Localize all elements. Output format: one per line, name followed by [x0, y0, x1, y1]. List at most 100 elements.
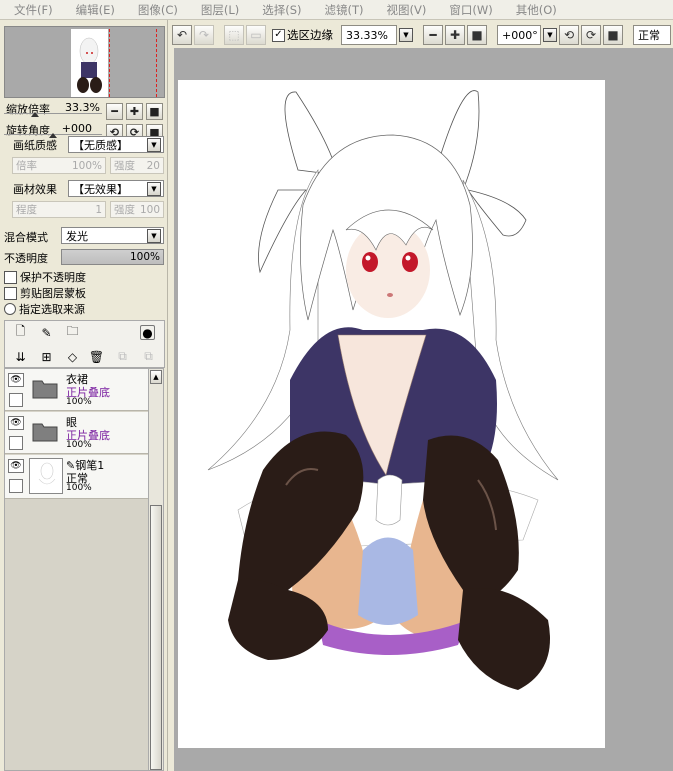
copy-layer-button[interactable]: ⧉: [115, 349, 130, 364]
rotate-cw-button[interactable]: ⟳: [581, 25, 601, 45]
paste-layer-button[interactable]: ⧉: [141, 349, 156, 364]
new-layer-button[interactable]: 🗋: [13, 324, 28, 340]
new-folder-button[interactable]: 🗀: [65, 324, 80, 340]
paper-scale-value: 100%: [71, 159, 102, 172]
delete-layer-button[interactable]: 🗑: [89, 349, 104, 364]
menu-window[interactable]: 窗口(W): [449, 2, 492, 18]
rotation-slider[interactable]: [4, 123, 102, 138]
minus-icon: ━: [429, 28, 437, 42]
menu-image[interactable]: 图像(C): [138, 2, 178, 18]
zoom-dropdown-button[interactable]: ▼: [399, 28, 413, 42]
layer-lock-checkbox[interactable]: [9, 479, 23, 493]
navigator-view-frame[interactable]: [109, 29, 157, 97]
nav-zoom-reset-button[interactable]: ■: [146, 103, 163, 120]
chevron-down-icon: ▼: [147, 228, 161, 243]
new-linework-layer-button[interactable]: ✎: [39, 325, 54, 340]
menu-edit[interactable]: 编辑(E): [76, 2, 115, 18]
paper-scale-field: 倍率 100%: [12, 157, 106, 174]
layer-lock-checkbox[interactable]: [9, 436, 23, 450]
selection-source-radio[interactable]: [4, 303, 16, 315]
paper-texture-select[interactable]: 【无质感】 ▼: [68, 136, 164, 153]
rotate-cw-icon: ⟳: [585, 28, 597, 42]
scroll-up-button[interactable]: ▲: [150, 370, 162, 384]
menu-select[interactable]: 选择(S): [262, 2, 301, 18]
undo-button[interactable]: ↶: [172, 25, 192, 45]
navigator-thumbnail[interactable]: [4, 26, 165, 98]
rotation-field[interactable]: +000°: [497, 25, 541, 45]
artwork: [207, 90, 559, 690]
eraser-icon: ◇: [67, 349, 78, 364]
toolbar: ↶ ↷ ⬚ ▭ ✓ 选区边缘 33.33% ▼ ━ ✚ ■ +000° ▼ ⟲ …: [172, 22, 673, 48]
material-effect-select[interactable]: 【无效果】 ▼: [68, 180, 164, 197]
material-effect-value: 【无效果】: [73, 182, 128, 196]
zoom-field[interactable]: 33.33%: [341, 25, 397, 45]
rotation-dropdown-button[interactable]: ▼: [543, 28, 557, 42]
deselect-button[interactable]: ⬚: [224, 25, 244, 45]
blend-mode-select[interactable]: 发光 ▼: [61, 227, 164, 244]
pen-page-icon: ✎: [41, 325, 52, 340]
protect-opacity-checkbox[interactable]: [4, 270, 17, 284]
material-degree-field: 程度 1: [12, 201, 106, 218]
selection-edge-checkbox[interactable]: ✓: [272, 28, 285, 42]
rotation-reset-button[interactable]: ■: [603, 25, 623, 45]
merge-down-icon: ⇊: [15, 349, 26, 364]
selection-edge-toggle[interactable]: ✓ 选区边缘: [272, 27, 333, 43]
merge-down-button[interactable]: ⊞: [39, 349, 54, 364]
plus-icon: ✚: [129, 105, 140, 118]
opacity-slider[interactable]: 100%: [61, 249, 164, 265]
layer-list-scrollbar[interactable]: ▲: [148, 368, 164, 771]
canvas-page[interactable]: [178, 80, 605, 748]
deselect-icon: ⬚: [228, 28, 240, 42]
menu-filter[interactable]: 滤镜(T): [325, 2, 364, 18]
zoom-out-button[interactable]: ━: [423, 25, 443, 45]
paper-texture-value: 【无质感】: [73, 138, 128, 152]
menu-other[interactable]: 其他(O): [516, 2, 557, 18]
layer-options-button[interactable]: ●: [140, 325, 155, 340]
zoom-slider-thumb[interactable]: [31, 112, 39, 117]
circle-icon: ●: [142, 325, 153, 340]
eye-icon[interactable]: 👁: [8, 459, 24, 473]
merge-icon: ⊞: [41, 349, 52, 364]
zoom-slider[interactable]: [4, 102, 102, 117]
zoom-in-button[interactable]: ✚: [445, 25, 465, 45]
layer-lock-checkbox[interactable]: [9, 393, 23, 407]
layer-row[interactable]: 👁 ✎钢笔1 正常 100%: [5, 455, 148, 499]
menu-layer[interactable]: 图层(L): [201, 2, 239, 18]
layer-row[interactable]: 👁 衣裙 正片叠底 100%: [5, 369, 148, 411]
protect-opacity-option[interactable]: 保护不透明度: [4, 269, 86, 285]
menu-file[interactable]: 文件(F): [14, 2, 53, 18]
nav-zoom-out-button[interactable]: ━: [106, 103, 123, 120]
paper-scale-label: 倍率: [16, 160, 37, 172]
clip-layer-label: 剪贴图层蒙板: [20, 287, 86, 300]
left-panel: 缩放倍率 33.3% ━ ✚ ■ 旋转角度 +000 ⟲ ⟳ ■ 画纸质感 【无…: [0, 20, 168, 771]
redo-icon: ↷: [198, 28, 210, 42]
scrollbar-thumb[interactable]: [150, 505, 162, 770]
eye-icon[interactable]: 👁: [8, 416, 24, 430]
chevron-down-icon: ▼: [147, 181, 161, 196]
clip-layer-option[interactable]: 剪贴图层蒙板: [4, 285, 86, 301]
selection-source-option[interactable]: 指定选取来源: [4, 301, 85, 317]
redo-button[interactable]: ↷: [194, 25, 214, 45]
menu-view[interactable]: 视图(V): [387, 2, 427, 18]
canvas-area[interactable]: [174, 48, 673, 771]
reset-square-icon: ■: [607, 28, 619, 42]
menu-bar: 文件(F) 编辑(E) 图像(C) 图层(L) 选择(S) 滤镜(T) 视图(V…: [0, 0, 673, 20]
clear-layer-button[interactable]: ◇: [65, 349, 80, 364]
rotate-ccw-icon: ⟲: [563, 28, 575, 42]
zoom-reset-button[interactable]: ■: [467, 25, 487, 45]
paper-texture-label: 画纸质感: [13, 139, 57, 152]
trash-icon: 🗑: [88, 349, 105, 364]
eye-icon[interactable]: 👁: [8, 373, 24, 387]
view-mode-field[interactable]: 正常: [633, 25, 671, 45]
plus-icon: ✚: [449, 28, 461, 42]
invert-selection-button[interactable]: ▭: [246, 25, 266, 45]
transfer-down-button[interactable]: ⇊: [13, 349, 28, 364]
nav-zoom-in-button[interactable]: ✚: [126, 103, 143, 120]
layer-row[interactable]: 👁 眼 正片叠底 100%: [5, 412, 148, 454]
paste-icon: ⧉: [144, 349, 153, 363]
paper-strength-value: 20: [146, 159, 160, 172]
blend-mode-value: 发光: [66, 229, 88, 243]
rotate-ccw-button[interactable]: ⟲: [559, 25, 579, 45]
clip-layer-checkbox[interactable]: [4, 286, 17, 300]
material-degree-label: 程度: [16, 204, 37, 216]
